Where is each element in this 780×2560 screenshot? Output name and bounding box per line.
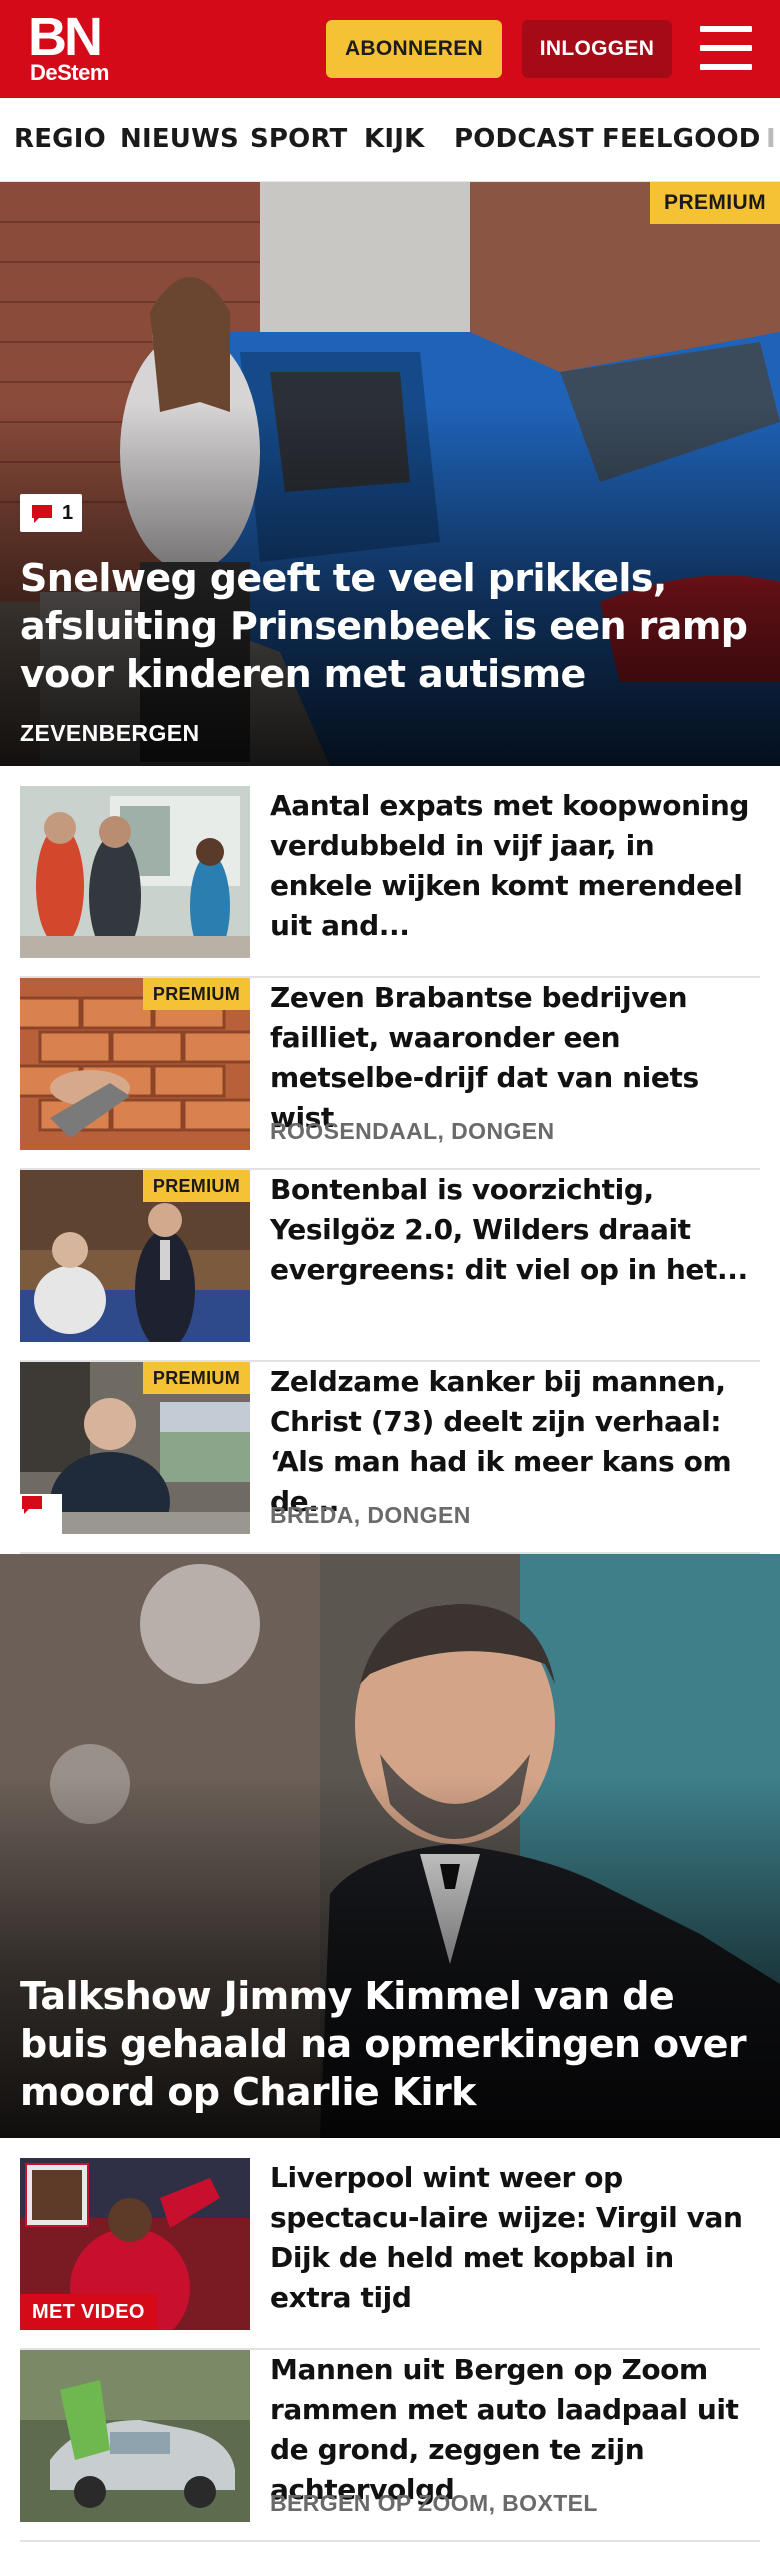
premium-badge: PREMIUM xyxy=(142,978,250,1010)
nav-item-regio[interactable]: REGIO xyxy=(14,124,106,154)
hamburger-menu-icon[interactable] xyxy=(700,24,752,72)
article-thumbnail: PREMIUM xyxy=(20,1170,250,1342)
article-location: BREDA, DONGEN xyxy=(270,1502,471,1528)
list-item[interactable]: Mannen uit Bergen op Zoom rammen met aut… xyxy=(20,2350,760,2542)
nav-item-podcast[interactable]: PODCAST xyxy=(454,124,594,154)
list-item[interactable]: PREMIUM Zeven Brabantse bedrijven failli… xyxy=(20,978,760,1170)
hero-article-1[interactable]: PREMIUM 1 Snelweg geeft te veel prikkels… xyxy=(0,182,780,766)
hero-location: ZEVENBERGEN xyxy=(20,720,200,746)
hero-article-2[interactable]: Talkshow Jimmy Kimmel van de buis gehaal… xyxy=(0,1554,780,2138)
article-title[interactable]: Mannen uit Bergen op Zoom rammen met aut… xyxy=(270,2350,760,2510)
article-title[interactable]: Liverpool wint weer op spectacu-laire wi… xyxy=(270,2158,760,2318)
list-item[interactable]: PREMIUM Zeldzame kanker bij mannen, Chri… xyxy=(20,1362,760,1554)
article-title[interactable]: Aantal expats met koopwoning verdubbeld … xyxy=(270,786,760,946)
logo-main-text: BN xyxy=(28,7,103,67)
article-thumbnail: PREMIUM xyxy=(20,1362,250,1534)
article-thumbnail xyxy=(20,786,250,958)
article-thumbnail: PREMIUM xyxy=(20,978,250,1150)
nav-item-feelgood[interactable]: FEELGOOD xyxy=(602,124,761,154)
nav-item-overflow[interactable]: I xyxy=(766,124,776,154)
premium-badge: PREMIUM xyxy=(650,182,780,224)
comment-count-badge[interactable]: 1 xyxy=(20,494,82,532)
article-thumbnail xyxy=(20,2350,250,2522)
section-nav: REGIO NIEUWS SPORT KIJK PODCAST FEELGOOD… xyxy=(0,98,780,182)
logo-sub-text: DeStem xyxy=(30,60,109,85)
site-logo[interactable]: BN DeStem xyxy=(28,10,110,86)
nav-item-kijk[interactable]: KIJK xyxy=(364,124,424,154)
video-badge: MET VIDEO xyxy=(20,2294,157,2330)
comment-icon[interactable] xyxy=(20,1494,62,1534)
article-location: BERGEN OP ZOOM, BOXTEL xyxy=(270,2490,598,2516)
subscribe-button[interactable]: ABONNEREN xyxy=(326,20,502,78)
premium-badge: PREMIUM xyxy=(142,1362,250,1394)
list-item[interactable]: Aantal expats met koopwoning verdubbeld … xyxy=(20,786,760,978)
article-thumbnail: MET VIDEO xyxy=(20,2158,250,2330)
article-title[interactable]: Bontenbal is voorzichtig, Yesilgöz 2.0, … xyxy=(270,1170,760,1290)
list-item[interactable]: MET VIDEO Liverpool wint weer op spectac… xyxy=(20,2158,760,2350)
comment-count: 1 xyxy=(62,501,74,524)
nav-item-nieuws[interactable]: NIEUWS xyxy=(120,124,239,154)
top-header: BN DeStem ABONNEREN INLOGGEN xyxy=(0,0,780,98)
article-title[interactable]: Zeldzame kanker bij mannen, Christ (73) … xyxy=(270,1362,760,1522)
list-item[interactable]: PREMIUM Bontenbal is voorzichtig, Yesilg… xyxy=(20,1170,760,1362)
premium-badge: PREMIUM xyxy=(142,1170,250,1202)
article-location: ROOSENDAAL, DONGEN xyxy=(270,1118,555,1144)
login-button[interactable]: INLOGGEN xyxy=(522,20,672,78)
hero-title[interactable]: Talkshow Jimmy Kimmel van de buis gehaal… xyxy=(20,1972,750,2116)
comment-icon xyxy=(30,503,54,523)
hero-title[interactable]: Snelweg geeft te veel prikkels, afsluiti… xyxy=(20,554,750,698)
nav-item-sport[interactable]: SPORT xyxy=(250,124,347,154)
article-title[interactable]: Zeven Brabantse bedrijven failliet, waar… xyxy=(270,978,760,1138)
